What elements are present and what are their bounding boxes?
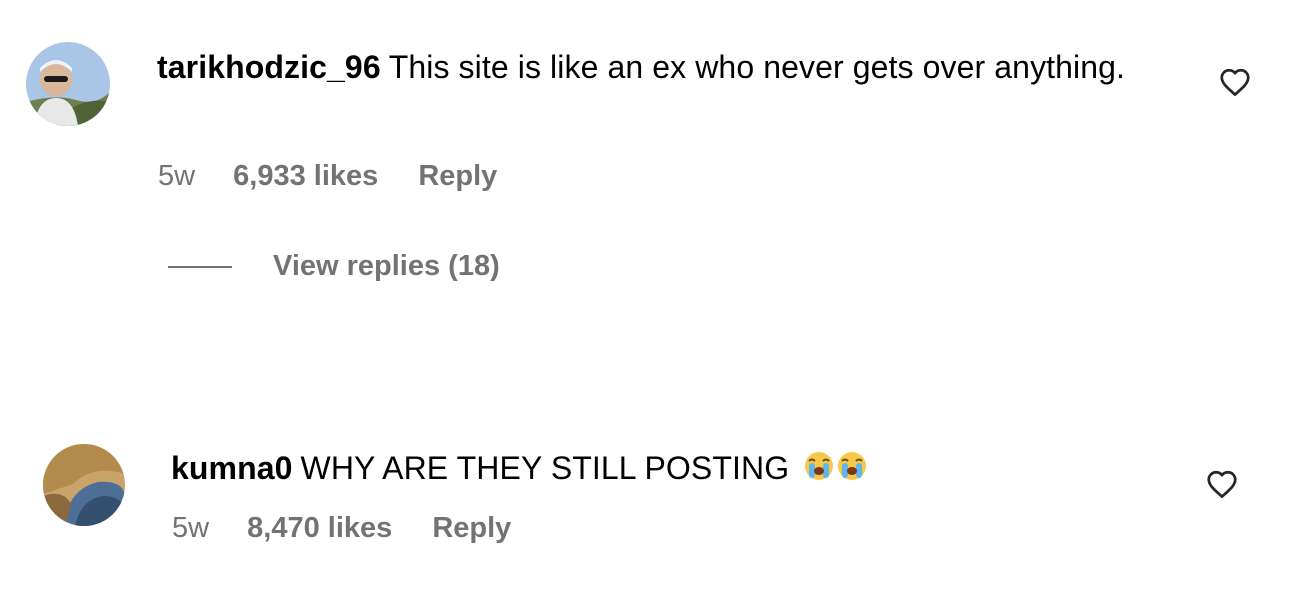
timestamp: 5w: [158, 160, 196, 192]
divider-line: [168, 265, 232, 268]
comment-meta: 5w 6,933 likes Reply: [158, 160, 497, 193]
comment-body: WHY ARE THEY STILL POSTING: [300, 450, 790, 486]
likes-count[interactable]: 8,470 likes: [247, 512, 392, 544]
avatar[interactable]: [43, 444, 125, 526]
comment-meta: 5w 8,470 likes Reply: [172, 512, 511, 545]
comment-body: This site is like an ex who never gets o…: [388, 49, 1126, 85]
view-replies-button[interactable]: View replies (18): [168, 250, 500, 283]
likes-count[interactable]: 6,933 likes: [233, 160, 378, 192]
view-replies-label: View replies (18): [273, 250, 500, 282]
username[interactable]: tarikhodzic_96: [157, 49, 381, 85]
heart-outline-icon[interactable]: [1205, 469, 1239, 504]
comment-text: kumna0 WHY ARE THEY STILL POSTING: [171, 445, 1171, 492]
loudly-crying-emoji-icon: [802, 450, 868, 486]
timestamp: 5w: [172, 512, 210, 544]
reply-button[interactable]: Reply: [418, 160, 497, 192]
username[interactable]: kumna0: [171, 450, 293, 486]
avatar[interactable]: [26, 42, 110, 126]
comment-text: tarikhodzic_96 This site is like an ex wh…: [157, 44, 1167, 91]
heart-outline-icon[interactable]: [1218, 67, 1252, 102]
reply-button[interactable]: Reply: [432, 512, 511, 544]
